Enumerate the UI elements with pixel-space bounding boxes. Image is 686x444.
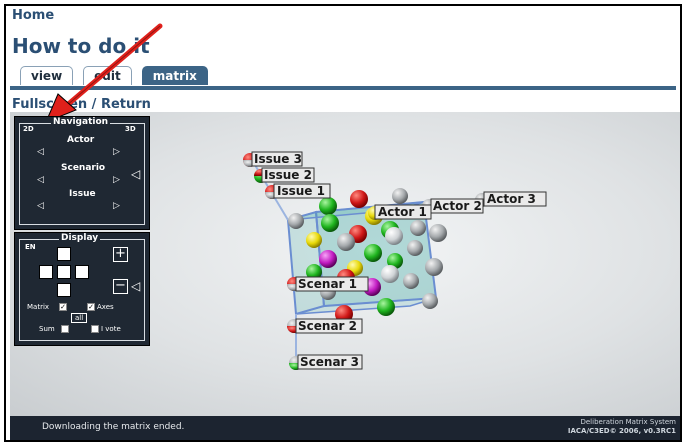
axes-checkbox-label: Axes [97, 303, 114, 311]
scenar-2-label: Scenar 2 [298, 319, 357, 333]
nav-row-issue-label: Issue [69, 189, 96, 199]
vote-label: I vote [101, 325, 121, 333]
all-button[interactable]: all [71, 313, 88, 323]
sum-checkbox[interactable] [61, 325, 69, 333]
matrix-checkbox[interactable]: ✓ [59, 303, 67, 311]
pan-down-button[interactable] [57, 283, 71, 297]
actor-3-label: Actor 3 [487, 192, 536, 206]
zoom-out-button[interactable]: − [113, 279, 128, 294]
actor-next-icon[interactable]: ▷ [113, 147, 120, 157]
pan-up-button[interactable] [57, 247, 71, 261]
actor-2-label: Actor 2 [433, 199, 482, 213]
status-bar: Downloading the matrix ended. Deliberati… [10, 416, 680, 440]
sum-label: Sum [39, 325, 55, 333]
vote-checkbox[interactable] [91, 325, 99, 333]
pan-right-button[interactable] [75, 265, 89, 279]
zoom-in-button[interactable]: + [113, 247, 128, 262]
annotation-arrow [45, 23, 163, 123]
issue-1-label: Issue 1 [277, 184, 325, 198]
mode-3d-button[interactable]: 3D [125, 125, 136, 133]
nav-row-actor-label: Actor [67, 135, 95, 145]
issue-3-label: Issue 3 [254, 152, 302, 166]
navigation-title: Navigation [51, 117, 111, 127]
system-credit: Deliberation Matrix System IACA/C3ED© 20… [568, 418, 676, 436]
actor-1-label: Actor 1 [378, 205, 427, 219]
app-frame: Home How to do it view edit matrix Fulls… [4, 4, 682, 442]
pan-left-button[interactable] [39, 265, 53, 279]
center-view-button[interactable] [57, 265, 71, 279]
language-toggle[interactable]: EN [25, 243, 36, 251]
system-copyright: IACA/C3ED© 2006, v0.3RC1 [567, 427, 676, 435]
axes-checkbox[interactable]: ✓ [87, 303, 95, 311]
scenar-3-label: Scenar 3 [300, 355, 359, 369]
scenario-next-icon[interactable]: ▷ [113, 175, 120, 185]
collapse-panel-icon[interactable]: ◁ [131, 167, 140, 181]
issue-2-label: Issue 2 [264, 168, 312, 182]
status-message: Downloading the matrix ended. [42, 422, 185, 432]
collapse-display-icon[interactable]: ◁ [131, 279, 140, 293]
actor-prev-icon[interactable]: ◁ [37, 147, 44, 157]
issue-prev-icon[interactable]: ◁ [37, 201, 44, 211]
matrix-checkbox-label: Matrix [27, 303, 50, 311]
display-panel: Display EN + − ◁ Matrix ✓ ✓ Axes all Sum… [14, 232, 150, 346]
display-title: Display [59, 233, 101, 243]
issue-next-icon[interactable]: ▷ [113, 201, 120, 211]
nav-row-scenario-label: Scenario [61, 163, 106, 173]
scenario-prev-icon[interactable]: ◁ [37, 175, 44, 185]
mode-2d-button[interactable]: 2D [23, 125, 34, 133]
navigation-panel: Navigation 2D 3D Actor ◁ ▷ Scenario ◁ ▷ … [14, 116, 150, 230]
scenar-1-label: Scenar 1 [298, 277, 357, 291]
system-name: Deliberation Matrix System [580, 418, 676, 426]
